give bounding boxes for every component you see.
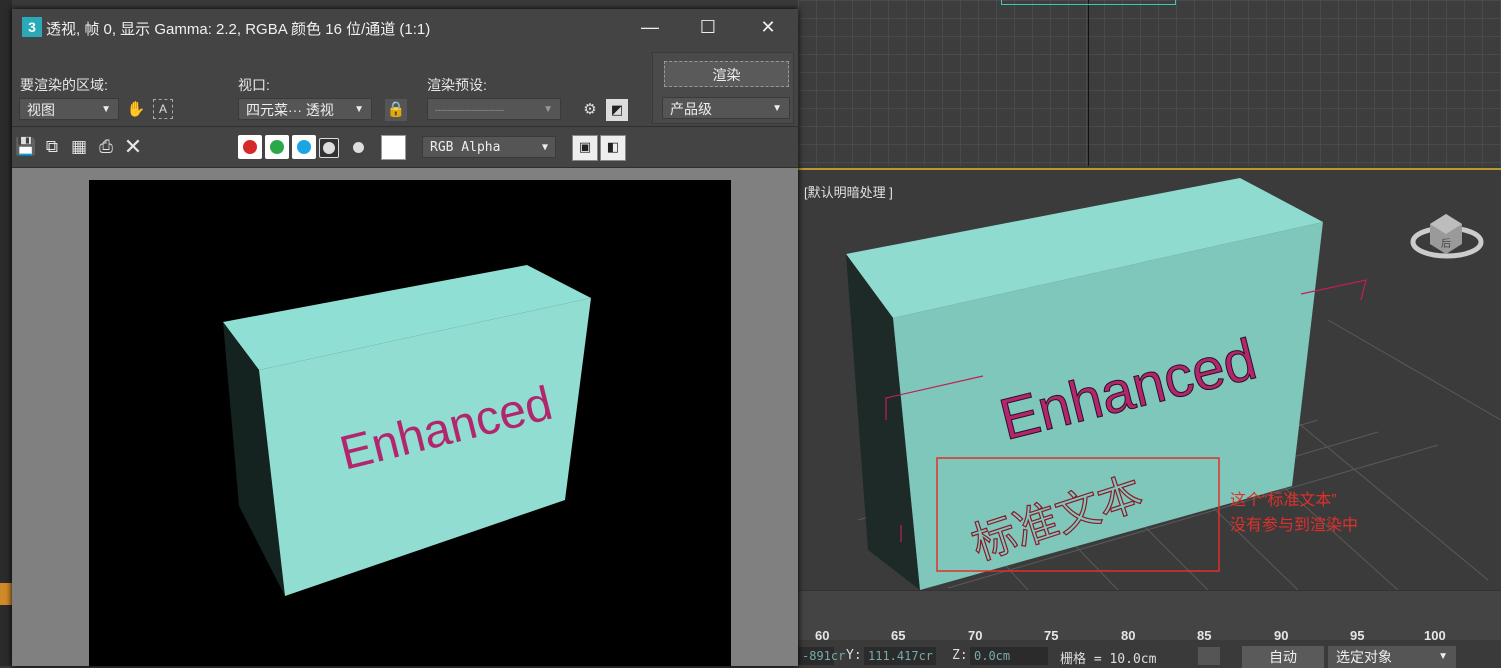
- perspective-viewport[interactable]: Enhanced 标准文本 [默认明暗处理 ] 后 这个“标准文本” 没有参与到…: [798, 168, 1501, 592]
- z-coord-field[interactable]: 0.0cm: [970, 647, 1048, 665]
- red-channel-icon: [243, 140, 257, 154]
- monochrome-toggle[interactable]: [353, 142, 364, 153]
- background-app-highlight: [0, 583, 12, 605]
- save-icon[interactable]: 💾: [15, 136, 37, 158]
- rendered-scene: Enhanced: [223, 265, 591, 596]
- frame-toolbar: 💾 ⧉ ▦ ⎙ ✕ RGB Alpha ▼ ▣ ◧: [12, 127, 798, 168]
- clone-frame-icon[interactable]: ▦: [68, 136, 90, 158]
- copy-icon[interactable]: ⧉: [41, 136, 63, 158]
- chevron-down-icon: ▼: [541, 142, 548, 153]
- key-mode-toggle[interactable]: [1198, 647, 1220, 665]
- preset-value: -----------------------: [435, 105, 504, 115]
- preset-label: 渲染预设:: [427, 77, 487, 93]
- window-titlebar[interactable]: 3 透视, 帧 0, 显示 Gamma: 2.2, RGBA 颜色 16 位/通…: [12, 9, 798, 46]
- auto-region-icon[interactable]: A: [153, 99, 173, 119]
- display-frame-icon[interactable]: ◧: [600, 135, 626, 161]
- viewcube[interactable]: 后: [1410, 198, 1485, 268]
- blue-channel-toggle[interactable]: [292, 135, 316, 159]
- background-color-swatch[interactable]: [381, 135, 406, 160]
- area-dropdown[interactable]: 视图 ▼: [19, 98, 119, 120]
- grid-size-text: 栅格 = 10.0cm: [1060, 652, 1157, 667]
- lock-icon[interactable]: 🔒: [385, 99, 407, 121]
- alpha-channel-icon: [323, 142, 335, 154]
- y-coord-label: Y:: [846, 648, 862, 663]
- annotation-text: 这个“标准文本” 没有参与到渲染中: [1230, 488, 1358, 538]
- chevron-down-icon: ▼: [354, 104, 364, 115]
- render-setup-icon[interactable]: ⚙: [579, 99, 601, 121]
- render-options-panel: 要渲染的区域: 视图 ▼ ✋ A 视口: 四元菜··· 透视 ▼ 🔒 渲染预设: -…: [12, 46, 798, 127]
- selection-set-value: 选定对象: [1336, 649, 1392, 665]
- green-channel-icon: [270, 140, 284, 154]
- viewcube-face-label: 后: [1441, 238, 1451, 250]
- chevron-down-icon: ▼: [101, 104, 111, 115]
- annotation-line-2: 没有参与到渲染中: [1230, 517, 1359, 534]
- time-ruler[interactable]: 60 65 70 75 80 85 90 95 100: [798, 590, 1501, 643]
- alpha-channel-toggle[interactable]: [319, 138, 339, 158]
- red-channel-toggle[interactable]: [238, 135, 262, 159]
- print-icon[interactable]: ⎙: [95, 136, 117, 158]
- area-value: 视图: [27, 102, 55, 118]
- status-bar: -891cr Y: 111.417cr Z: 0.0cm 栅格 = 10.0cm…: [798, 640, 1501, 668]
- chevron-down-icon: ▼: [543, 104, 553, 115]
- window-title: 透视, 帧 0, 显示 Gamma: 2.2, RGBA 颜色 16 位/通道 …: [46, 21, 431, 38]
- render-button-group: 渲染 产品级 ▼: [652, 52, 794, 124]
- viewport-axis-line: [1088, 0, 1089, 166]
- x-coord-field[interactable]: -891cr: [798, 647, 845, 665]
- background-app-edge: [0, 0, 12, 666]
- annotation-line-1: 这个“标准文本”: [1230, 492, 1337, 509]
- rendered-image[interactable]: Enhanced: [89, 180, 731, 666]
- viewport-shading-label[interactable]: [默认明暗处理 ]: [804, 182, 893, 201]
- app-icon: 3: [22, 17, 42, 37]
- green-channel-toggle[interactable]: [265, 135, 289, 159]
- render-canvas-area: Enhanced: [12, 168, 798, 666]
- render-quality-value: 产品级: [670, 101, 712, 117]
- channel-display-dropdown[interactable]: RGB Alpha ▼: [422, 136, 556, 158]
- viewport-label: 视口:: [238, 77, 270, 93]
- preset-dropdown[interactable]: ----------------------- ▼: [427, 98, 561, 120]
- viewport-value: 四元菜··· 透视: [246, 102, 334, 118]
- rendered-frame-window: 3 透视, 帧 0, 显示 Gamma: 2.2, RGBA 颜色 16 位/通…: [12, 9, 798, 666]
- top-viewport[interactable]: [798, 0, 1501, 166]
- channel-display-value: RGB Alpha: [430, 140, 501, 155]
- auto-key-button[interactable]: 自动: [1242, 646, 1324, 668]
- render-quality-dropdown[interactable]: 产品级 ▼: [662, 97, 790, 119]
- pan-hand-icon[interactable]: ✋: [125, 99, 147, 121]
- chevron-down-icon: ▼: [1438, 651, 1448, 662]
- display-overlay-icon[interactable]: ▣: [572, 135, 598, 161]
- close-button[interactable]: ✕: [739, 9, 797, 46]
- minimize-button[interactable]: —: [621, 9, 679, 46]
- chevron-down-icon: ▼: [772, 103, 782, 114]
- environment-effects-icon[interactable]: ◩: [606, 99, 628, 121]
- y-coord-field[interactable]: 111.417cr: [864, 647, 936, 665]
- render-button[interactable]: 渲染: [664, 61, 789, 87]
- clear-icon[interactable]: ✕: [122, 136, 144, 158]
- viewport-dropdown[interactable]: 四元菜··· 透视 ▼: [238, 98, 372, 120]
- viewport-scene: Enhanced 标准文本: [846, 178, 1501, 590]
- blue-channel-icon: [297, 140, 311, 154]
- selection-set-dropdown[interactable]: 选定对象 ▼: [1328, 646, 1456, 668]
- selected-object-outline: [1001, 0, 1176, 5]
- z-coord-label: Z:: [952, 648, 968, 663]
- area-label: 要渲染的区域:: [20, 77, 108, 93]
- timeline-panel: 60 65 70 75 80 85 90 95 100 -891cr Y: 11…: [798, 590, 1501, 668]
- maximize-button[interactable]: ☐: [679, 9, 737, 46]
